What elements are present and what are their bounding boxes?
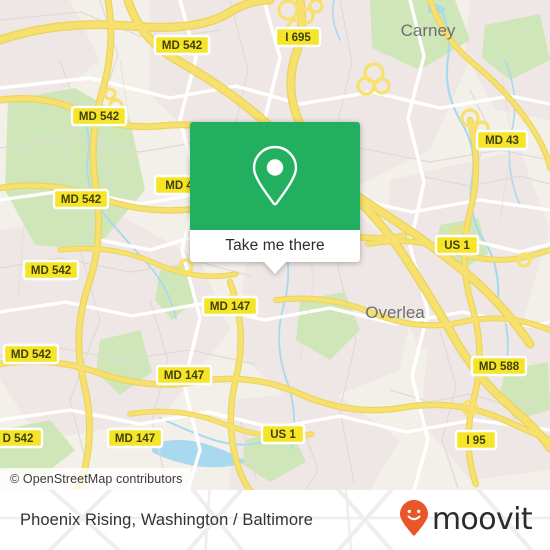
svg-text:US 1: US 1	[444, 240, 470, 252]
svg-text:MD 147: MD 147	[115, 433, 155, 445]
svg-text:MD 542: MD 542	[31, 265, 71, 277]
take-me-there-callout[interactable]: Take me there	[190, 122, 360, 274]
road-shield: US 1	[260, 423, 306, 445]
city-label-carney: Carney	[401, 21, 456, 40]
road-shield: MD 542	[2, 343, 60, 365]
road-shield: MD 542	[22, 259, 80, 281]
road-shield: MD 147	[155, 364, 213, 386]
svg-text:I 95: I 95	[466, 435, 486, 447]
take-me-there-label: Take me there	[225, 237, 325, 254]
road-shield: US 1	[434, 234, 480, 256]
svg-text:I 695: I 695	[285, 32, 311, 44]
moovit-smiley-pin-icon	[399, 499, 429, 542]
map-pin-icon	[248, 144, 302, 208]
svg-text:MD 542: MD 542	[79, 111, 119, 123]
road-shield: MD 542	[153, 34, 211, 56]
moovit-wordmark: moovit	[431, 502, 533, 537]
road-shield: MD 542	[52, 188, 110, 210]
callout-action-row[interactable]: Take me there	[190, 230, 360, 262]
callout-pointer	[264, 262, 286, 274]
svg-text:MD 542: MD 542	[11, 349, 51, 361]
svg-text:D 542: D 542	[3, 433, 34, 445]
road-shield: MD 43	[475, 129, 529, 151]
footer-bar: Phoenix Rising, Washington / Baltimore m…	[0, 490, 550, 550]
svg-text:MD 542: MD 542	[162, 40, 202, 52]
svg-text:MD 147: MD 147	[164, 370, 204, 382]
map-screenshot-root: .hw { stroke:#f7e06e; fill:none; stroke-…	[0, 0, 550, 550]
road-shield: MD 542	[70, 105, 128, 127]
osm-attribution-text: © OpenStreetMap contributors	[10, 472, 183, 486]
svg-text:MD 147: MD 147	[210, 301, 250, 313]
callout-header	[190, 122, 360, 230]
road-shield: I 695	[274, 26, 322, 48]
road-shield: MD 147	[106, 427, 164, 449]
svg-text:MD 588: MD 588	[479, 361, 520, 373]
osm-attribution[interactable]: © OpenStreetMap contributors	[0, 468, 191, 490]
place-title: Phoenix Rising, Washington / Baltimore	[20, 510, 313, 529]
moovit-logo: moovit	[399, 499, 533, 542]
road-shield: MD 588	[470, 355, 528, 377]
road-shield: I 95	[454, 429, 498, 451]
svg-text:MD 43: MD 43	[485, 135, 519, 147]
svg-text:US 1: US 1	[270, 429, 296, 441]
road-shield: D 542	[0, 427, 44, 449]
svg-text:MD 542: MD 542	[61, 194, 101, 206]
city-label-overlea: Overlea	[365, 303, 425, 322]
road-shield: MD 147	[201, 295, 259, 317]
